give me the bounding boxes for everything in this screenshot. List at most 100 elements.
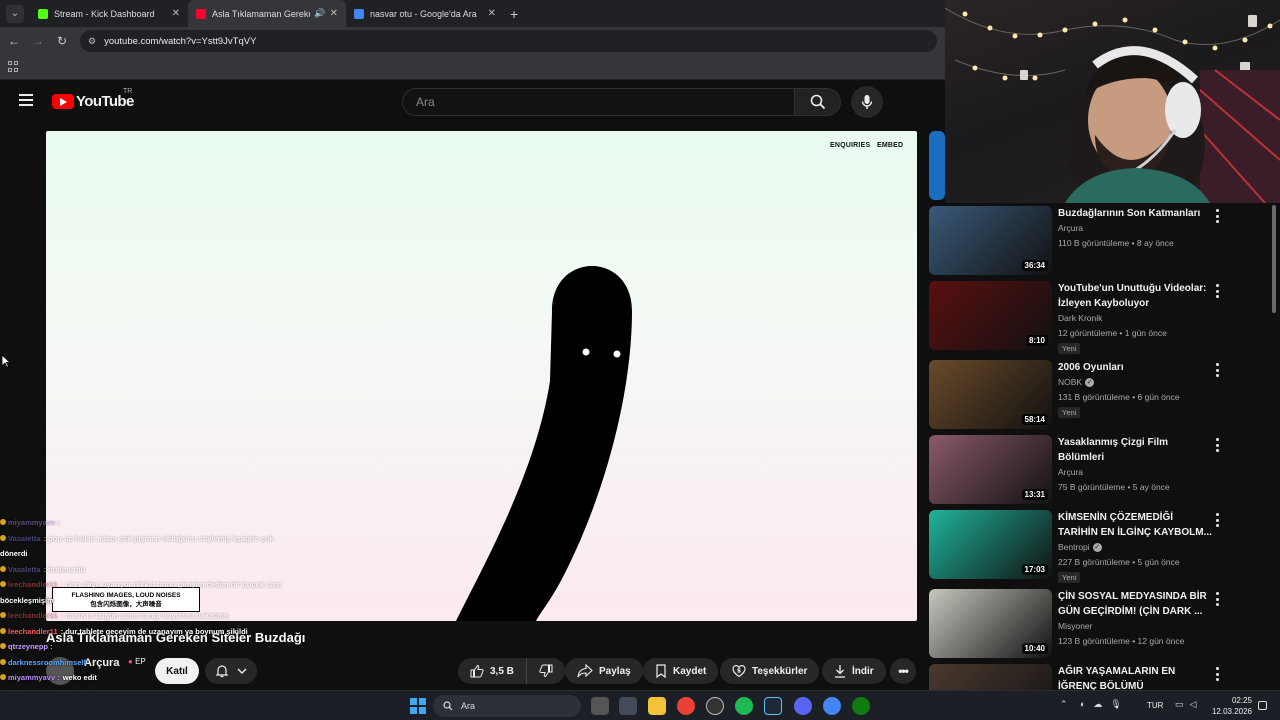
recommended-channel[interactable]: Bentropi ✓ xyxy=(1058,542,1102,553)
partial-top-thumbnail[interactable] xyxy=(929,131,945,200)
more-vertical-icon[interactable] xyxy=(1212,209,1222,223)
download-icon xyxy=(835,665,845,678)
tab-favicon-icon xyxy=(354,8,364,19)
reload-button[interactable]: ↻ xyxy=(52,34,72,48)
recommended-channel[interactable]: Arçura xyxy=(1058,223,1083,233)
chrome-icon[interactable] xyxy=(677,697,695,715)
xbox-icon[interactable] xyxy=(852,697,870,715)
steam-icon[interactable] xyxy=(764,697,782,715)
more-vertical-icon[interactable] xyxy=(1212,592,1222,606)
close-tab-icon[interactable]: ✕ xyxy=(330,8,338,19)
close-tab-icon[interactable]: ✕ xyxy=(172,8,180,19)
search-button[interactable] xyxy=(795,88,841,116)
discord-icon[interactable] xyxy=(794,697,812,715)
chat-username[interactable]: Vasaletta xyxy=(8,534,41,543)
tray-chevron-icon[interactable]: ⌃ xyxy=(1060,699,1068,710)
recommended-video[interactable]: 10:40 ÇİN SOSYAL MEDYASINDA BİR GÜN GEÇİR… xyxy=(929,589,1264,663)
chat-username[interactable]: miyammyavv : xyxy=(8,518,60,527)
browser-tab[interactable]: Asla Tıklamaman Gereken Si 🔊 ✕ xyxy=(188,0,346,27)
recommended-meta: 123 B görüntüleme • 12 gün önce xyxy=(1058,636,1185,646)
recommended-meta: 75 B görüntüleme • 5 ay önce xyxy=(1058,482,1170,492)
video-thumbnail[interactable]: 13:31 xyxy=(929,435,1052,504)
recommended-video-title[interactable]: KİMSENİN ÇÖZEMEDİĞİ TARİHİN EN İLGİNÇ KA… xyxy=(1058,510,1213,540)
start-icon[interactable] xyxy=(410,698,426,714)
video-thumbnail[interactable]: 36:34 xyxy=(929,206,1052,275)
chrome-active-icon[interactable] xyxy=(823,697,841,715)
browser-tab[interactable]: Stream - Kick Dashboard ✕ xyxy=(30,0,188,27)
chat-username[interactable]: qtrzeynepp : xyxy=(8,642,53,651)
browser-tab[interactable]: nasvar otu - Google'da Ara ✕ xyxy=(346,0,504,27)
recommended-channel[interactable]: NOBK ✓ xyxy=(1058,377,1095,388)
recommended-video[interactable]: 36:34 Buzdağlarının Son Katmanları Arçura 1… xyxy=(929,206,1264,280)
video-thumbnail[interactable]: 8:10 xyxy=(929,281,1052,350)
video-thumbnail[interactable]: 10:40 xyxy=(929,589,1052,658)
recommended-video-title[interactable]: Buzdağlarının Son Katmanları xyxy=(1058,206,1213,221)
recommended-video-title[interactable]: ÇİN SOSYAL MEDYASINDA BİR GÜN GEÇİRDİM! … xyxy=(1058,589,1213,619)
recommended-video[interactable]: 8:10 YouTube'un Unuttuğu Videolar: İzleye… xyxy=(929,281,1264,355)
chat-badge-icon xyxy=(0,581,6,587)
url-field[interactable]: ⚙ youtube.com/watch?v=Ystt9JvTqVY xyxy=(80,30,937,52)
sidebar-scrollbar[interactable] xyxy=(1272,205,1276,313)
more-vertical-icon[interactable] xyxy=(1212,284,1222,298)
taskbar-search[interactable]: Ara xyxy=(433,695,581,717)
chat-username[interactable]: darknessroomhimself xyxy=(8,658,86,667)
recommended-channel[interactable]: Misyoner xyxy=(1058,621,1092,631)
github-icon[interactable] xyxy=(706,697,724,715)
recommended-video-title[interactable]: Yasaklanmış Çizgi Film Bölümleri xyxy=(1058,435,1213,465)
dislike-button[interactable] xyxy=(525,658,565,684)
chat-username[interactable]: leechandler11 xyxy=(8,611,58,620)
close-tab-icon[interactable]: ✕ xyxy=(488,8,496,19)
download-button[interactable]: İndir xyxy=(822,658,886,684)
more-vertical-icon[interactable] xyxy=(1212,363,1222,377)
recommended-video[interactable]: 17:03 KİMSENİN ÇÖZEMEDİĞİ TARİHİN EN İLGİ… xyxy=(929,510,1264,584)
chat-username[interactable]: Vasaletta xyxy=(8,565,41,574)
speaker-icon[interactable]: 🔊 xyxy=(314,8,325,19)
thumbs-up-icon xyxy=(470,664,484,678)
tab-search-button[interactable]: ⌄ xyxy=(6,4,24,23)
site-info-icon[interactable]: ⚙ xyxy=(88,36,96,47)
like-button[interactable]: 3,5 B xyxy=(458,658,526,684)
new-tab-button[interactable]: + xyxy=(510,6,518,22)
file-explorer-icon[interactable] xyxy=(648,697,666,715)
recommended-video-title[interactable]: YouTube'un Unuttuğu Videolar: İzleyen Ka… xyxy=(1058,281,1213,311)
save-button[interactable]: Kaydet xyxy=(643,658,719,684)
more-vertical-icon[interactable] xyxy=(1212,513,1222,527)
chat-username[interactable]: leechandler11 xyxy=(8,627,58,636)
spotify-icon[interactable] xyxy=(735,697,753,715)
recommended-channel[interactable]: Dark Kronik xyxy=(1058,313,1102,323)
chat-badge-icon xyxy=(0,643,6,649)
thanks-button[interactable]: $ Teşekkürler xyxy=(720,658,820,684)
video-thumbnail[interactable]: 58:14 xyxy=(929,360,1052,429)
chat-username[interactable]: miyammyavv : xyxy=(8,673,60,682)
video-duration: 10:40 xyxy=(1021,643,1048,654)
voice-search-button[interactable] xyxy=(851,86,883,118)
recommended-video-title[interactable]: 2006 Oyunları xyxy=(1058,360,1213,375)
chat-username[interactable]: leechandler11 xyxy=(8,580,58,589)
search-input[interactable]: Ara xyxy=(402,88,795,116)
chat-message: darknessroomhimself xyxy=(0,655,330,671)
store-icon[interactable] xyxy=(619,697,637,715)
stream-chat-overlay: miyammyavv : Vasaletta: pop up bulan adam… xyxy=(0,515,330,717)
notification-icon[interactable] xyxy=(1258,701,1267,710)
menu-icon[interactable] xyxy=(19,94,33,106)
chat-message: qtrzeynepp : xyxy=(0,639,330,655)
new-badge: Yeni xyxy=(1058,407,1081,418)
system-icons[interactable]: ▭◁ xyxy=(1175,699,1202,710)
more-vertical-icon[interactable] xyxy=(1212,667,1222,681)
system-clock[interactable]: 02:25 12.03.2026 xyxy=(1200,695,1252,717)
recommended-video[interactable]: 13:31 Yasaklanmış Çizgi Film Bölümleri Arç… xyxy=(929,435,1264,509)
youtube-logo[interactable]: YouTube TR xyxy=(52,88,134,110)
video-thumbnail[interactable]: 17:03 xyxy=(929,510,1052,579)
back-button[interactable]: ← xyxy=(4,34,24,48)
recommended-video[interactable]: 58:14 2006 Oyunları NOBK ✓ 131 B görüntüleme… xyxy=(929,360,1264,434)
more-actions-button[interactable]: ••• xyxy=(890,658,916,684)
forward-button[interactable]: → xyxy=(28,34,48,48)
share-button[interactable]: Paylaş xyxy=(565,658,643,684)
taskview-icon[interactable] xyxy=(591,697,609,715)
input-language[interactable]: TUR xyxy=(1147,701,1163,710)
recommended-meta: 12 görüntüleme • 1 gün önce xyxy=(1058,328,1167,338)
more-vertical-icon[interactable] xyxy=(1212,438,1222,452)
tray-icons[interactable]: ◐☁🎙 xyxy=(1080,699,1130,710)
recommended-channel[interactable]: Arçura xyxy=(1058,467,1083,477)
apps-grid-icon[interactable] xyxy=(8,61,19,72)
